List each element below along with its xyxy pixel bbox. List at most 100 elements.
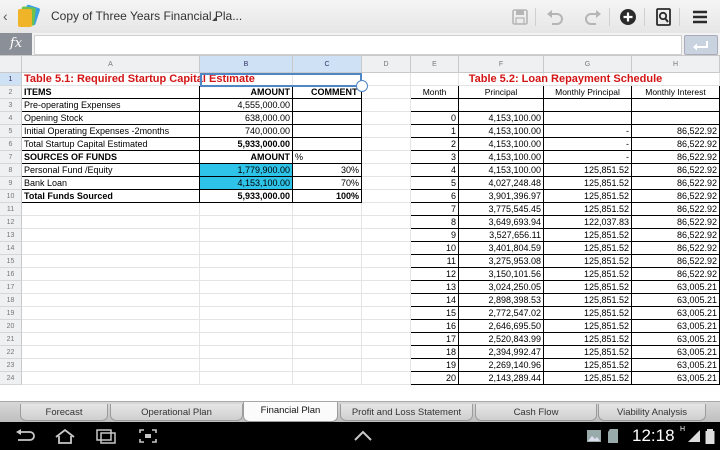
column-header-e[interactable]: E (411, 56, 459, 73)
table52-cell[interactable]: 2,772,547.02 (459, 307, 544, 320)
table52-cell[interactable]: 8 (411, 216, 459, 229)
table52-cell[interactable]: 2 (411, 138, 459, 151)
grid-cell[interactable] (200, 242, 293, 255)
table52-cell[interactable]: 63,005.21 (632, 294, 720, 307)
table52-cell[interactable]: 20 (411, 372, 459, 385)
source-amount[interactable]: 1,779,900.00 (200, 164, 293, 177)
table52-cell[interactable]: 86,522.92 (632, 177, 720, 190)
funds-total-label[interactable]: Total Funds Sourced (22, 190, 200, 203)
table52-cell[interactable]: 3,527,656.11 (459, 229, 544, 242)
table52-cell[interactable]: 4,153,100.00 (459, 125, 544, 138)
selected-range[interactable] (200, 73, 362, 87)
grid-cell[interactable] (362, 372, 411, 385)
table52-cell[interactable]: 4,153,100.00 (459, 151, 544, 164)
row-header-8[interactable]: 8 (0, 164, 22, 177)
table52-cell[interactable]: 86,522.92 (632, 203, 720, 216)
app-icon[interactable] (15, 4, 45, 29)
table52-cell[interactable]: 3,901,396.97 (459, 190, 544, 203)
table52-cell[interactable]: 63,005.21 (632, 346, 720, 359)
table52-cell[interactable]: 11 (411, 255, 459, 268)
grid-cell[interactable] (22, 320, 200, 333)
sources-header[interactable]: SOURCES OF FUNDS (22, 151, 200, 164)
grid-cell[interactable] (200, 359, 293, 372)
row-header-6[interactable]: 6 (0, 138, 22, 151)
grid-cell[interactable] (362, 164, 411, 177)
grid-cell[interactable] (22, 372, 200, 385)
sheet-tab-operational-plan[interactable]: Operational Plan (110, 404, 243, 421)
row-header-18[interactable]: 18 (0, 294, 22, 307)
table52-cell[interactable]: 125,851.52 (544, 268, 632, 281)
find-icon[interactable] (653, 6, 675, 28)
grid-cell[interactable] (362, 294, 411, 307)
table52-cell[interactable] (544, 112, 632, 125)
home-icon[interactable] (52, 427, 78, 445)
column-header-a[interactable]: A (22, 56, 200, 73)
items-header[interactable]: ITEMS (22, 86, 200, 99)
grid-cell[interactable] (293, 294, 362, 307)
grid-cell[interactable] (22, 333, 200, 346)
item-label[interactable]: Pre-operating Expenses (22, 99, 200, 112)
column-header-g[interactable]: G (544, 56, 632, 73)
amount-header[interactable]: AMOUNT (200, 86, 293, 99)
comment-header[interactable]: COMMENT (293, 86, 362, 99)
table52-cell[interactable]: - (544, 125, 632, 138)
table52-cell[interactable]: 14 (411, 294, 459, 307)
row-header-1[interactable]: 1 (0, 73, 22, 86)
row-header-19[interactable]: 19 (0, 307, 22, 320)
table52-cell[interactable]: 19 (411, 359, 459, 372)
table52-cell[interactable]: 86,522.92 (632, 255, 720, 268)
selection-handle[interactable] (356, 80, 368, 92)
grid-cell[interactable] (362, 203, 411, 216)
grid-cell[interactable] (293, 268, 362, 281)
grid-cell[interactable] (200, 294, 293, 307)
grid-cell[interactable] (200, 216, 293, 229)
grid-cell[interactable] (293, 281, 362, 294)
source-pct[interactable]: 30% (293, 164, 362, 177)
table52-cell[interactable]: 63,005.21 (632, 307, 720, 320)
redo-icon[interactable] (582, 6, 604, 28)
table52-cell[interactable] (411, 99, 459, 112)
table52-cell[interactable]: 86,522.92 (632, 190, 720, 203)
grid-cell[interactable] (293, 359, 362, 372)
grid-cell[interactable] (200, 203, 293, 216)
row-header-24[interactable]: 24 (0, 372, 22, 385)
grid-cell[interactable] (362, 333, 411, 346)
grid-cell[interactable] (362, 138, 411, 151)
grid-cell[interactable] (362, 268, 411, 281)
grid-cell[interactable] (293, 203, 362, 216)
item-amount[interactable]: 638,000.00 (200, 112, 293, 125)
item-label[interactable]: Opening Stock (22, 112, 200, 125)
row-header-21[interactable]: 21 (0, 333, 22, 346)
table52-cell[interactable]: 63,005.21 (632, 320, 720, 333)
table52-cell[interactable]: 125,851.52 (544, 177, 632, 190)
undo-icon[interactable] (544, 6, 566, 28)
grid-cell[interactable] (362, 112, 411, 125)
table52-cell[interactable]: 3,649,693.94 (459, 216, 544, 229)
table52-cell[interactable]: 125,851.52 (544, 333, 632, 346)
grid-cell[interactable] (22, 255, 200, 268)
table52-cell[interactable]: 63,005.21 (632, 372, 720, 385)
pct-header[interactable]: % (293, 151, 362, 164)
sources-amount-header[interactable]: AMOUNT (200, 151, 293, 164)
table52-cell[interactable]: 4,027,248.48 (459, 177, 544, 190)
source-amount[interactable]: 4,153,100.00 (200, 177, 293, 190)
grid-cell[interactable] (200, 255, 293, 268)
grid-cell[interactable] (22, 346, 200, 359)
table52-cell[interactable]: 4,153,100.00 (459, 112, 544, 125)
column-header-b[interactable]: B (200, 56, 293, 73)
grid-cell[interactable] (362, 346, 411, 359)
grid-cell[interactable] (362, 190, 411, 203)
source-label[interactable]: Bank Loan (22, 177, 200, 190)
grid-cell[interactable] (362, 359, 411, 372)
grid-cell[interactable] (293, 372, 362, 385)
table52-header[interactable]: Monthly Principal (544, 86, 632, 99)
table52-cell[interactable]: 0 (411, 112, 459, 125)
row-header-5[interactable]: 5 (0, 125, 22, 138)
item-label[interactable]: Initial Operating Expenses -2months (22, 125, 200, 138)
table52-cell[interactable]: 18 (411, 346, 459, 359)
grid-cell[interactable] (200, 320, 293, 333)
column-header-f[interactable]: F (459, 56, 544, 73)
table52-cell[interactable]: 12 (411, 268, 459, 281)
grid-cell[interactable] (22, 294, 200, 307)
grid-cell[interactable] (362, 177, 411, 190)
